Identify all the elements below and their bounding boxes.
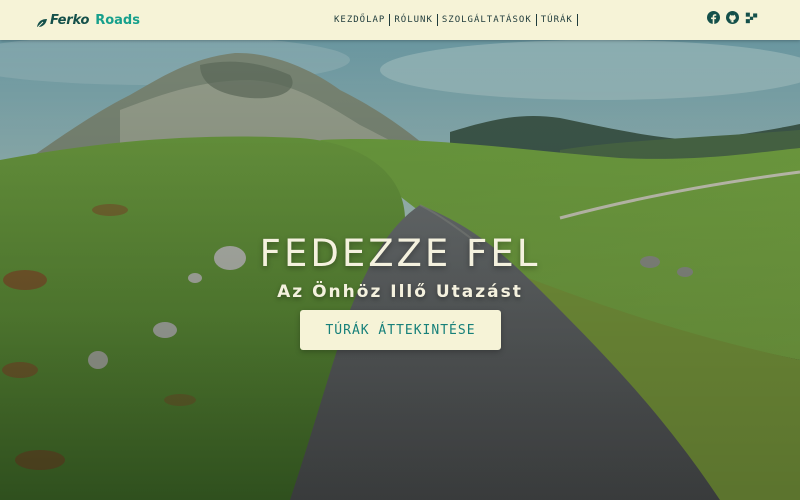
facebook-icon[interactable] <box>707 10 720 24</box>
view-tours-button[interactable]: TÚRÁK ÁTTEKINTÉSE <box>300 310 501 350</box>
leaf-icon <box>36 14 48 29</box>
brand-name-part1: Ferko <box>50 12 90 28</box>
navbar: Ferko Roads KEZDŐLAP RÓLUNK SZOLGÁLTATÁS… <box>0 0 800 40</box>
hero-title: FEDEZZE FEL <box>259 232 541 275</box>
nav-item-about[interactable]: RÓLUNK <box>390 14 438 26</box>
brand-logo[interactable]: Ferko Roads <box>36 10 140 30</box>
codepen-icon[interactable] <box>745 11 758 24</box>
nav-item-home[interactable]: KEZDŐLAP <box>334 14 391 26</box>
nav-item-services[interactable]: SZOLGÁLTATÁSOK <box>438 14 537 26</box>
hero-subtitle: Az Önhöz Illő Utazást <box>277 282 523 302</box>
nav-item-tours[interactable]: TÚRÁK <box>537 14 578 26</box>
social-links <box>707 10 758 24</box>
main-nav: KEZDŐLAP RÓLUNK SZOLGÁLTATÁSOK TÚRÁK <box>334 12 578 28</box>
brand-name-part2: Roads <box>95 12 140 28</box>
github-icon[interactable] <box>726 10 739 24</box>
hero-section: FEDEZZE FEL Az Önhöz Illő Utazást TÚRÁK … <box>0 40 800 500</box>
